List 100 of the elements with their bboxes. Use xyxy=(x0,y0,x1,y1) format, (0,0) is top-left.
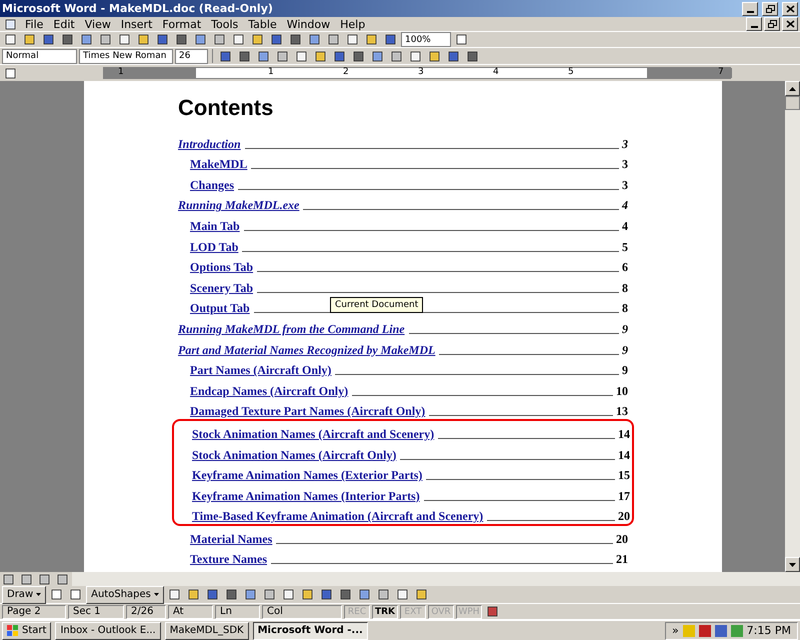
horizontal-scrollbar[interactable] xyxy=(72,572,800,586)
toc-link[interactable]: Introduction xyxy=(178,136,241,152)
windows-logo-icon xyxy=(7,624,19,636)
ruler-number: 1 xyxy=(268,67,274,77)
minimize-icon xyxy=(746,10,754,12)
window-title: Microsoft Word - MakeMDL.doc (Read-Only) xyxy=(2,2,274,15)
toc-link[interactable]: Output Tab xyxy=(190,301,250,316)
clock: 7:15 PM xyxy=(746,624,791,637)
page-number: 8 xyxy=(622,301,628,316)
toc-link[interactable]: Options Tab xyxy=(190,260,254,276)
ruler-number: 7 xyxy=(718,67,724,77)
toc-link[interactable]: Running MakeMDL.exe xyxy=(178,198,300,214)
restore-icon xyxy=(766,4,774,12)
draw-menu-button[interactable]: Draw xyxy=(2,586,46,604)
toc-link[interactable]: LOD Tab xyxy=(190,240,238,255)
page-number: 15 xyxy=(618,468,630,484)
toc-link[interactable]: Texture Names xyxy=(190,552,267,568)
vertical-scrollbar[interactable] xyxy=(785,81,800,572)
close-icon xyxy=(786,4,794,12)
page-number: 4 xyxy=(622,198,628,214)
status-field: Ln xyxy=(215,604,260,618)
caret-icon xyxy=(154,593,159,596)
minimize-button[interactable] xyxy=(746,17,762,31)
toc-link[interactable]: Time-Based Keyframe Animation (Aircraft and Scenery) xyxy=(192,509,484,524)
menu-item[interactable]: Table xyxy=(244,18,281,30)
status-field: Col xyxy=(262,604,342,618)
scroll-up-icon[interactable] xyxy=(789,86,796,90)
page-number: 14 xyxy=(618,426,630,442)
page-number: 3 xyxy=(622,136,628,152)
page-number: 9 xyxy=(622,342,628,358)
toc-link[interactable]: Stock Animation Names (Aircraft and Scenery) xyxy=(192,426,434,442)
toc-link[interactable]: Keyframe Animation Names (Interior Parts) xyxy=(192,488,420,504)
menu-item[interactable]: Tools xyxy=(207,18,242,30)
menu-item[interactable]: Window xyxy=(282,18,334,30)
toc-link[interactable]: Running MakeMDL from the Command Line xyxy=(178,322,405,337)
taskbar-button[interactable]: MakeMDL_SDK xyxy=(164,622,249,640)
page-number: 20 xyxy=(618,509,630,524)
size-field[interactable]: 26 xyxy=(175,48,208,64)
ruler-number: 1 xyxy=(118,67,124,77)
minimize-button[interactable] xyxy=(742,2,758,16)
close-icon xyxy=(786,20,794,28)
caret-icon xyxy=(36,593,42,596)
restore-icon xyxy=(768,20,776,28)
page-number: 20 xyxy=(616,532,628,547)
start-button[interactable]: Start xyxy=(2,622,52,640)
page-number: 3 xyxy=(622,178,628,193)
toc-link[interactable]: Keyframe Animation Names (Exterior Parts) xyxy=(192,468,422,484)
scroll-down-icon[interactable] xyxy=(789,562,796,566)
menu-item[interactable]: View xyxy=(80,18,115,30)
toc-link[interactable]: Scenery Tab xyxy=(190,280,254,296)
toc-link[interactable]: Part Names (Aircraft Only) xyxy=(190,363,332,378)
scroll-thumb[interactable] xyxy=(785,96,800,110)
page-number: 4 xyxy=(622,218,628,234)
ruler-number: 4 xyxy=(493,67,499,77)
ruler-number: 2 xyxy=(343,67,349,77)
restore-button[interactable] xyxy=(762,2,778,16)
mode-indicator[interactable]: TRK xyxy=(372,604,398,618)
page-number: 10 xyxy=(616,384,628,399)
toc-link[interactable]: Part and Material Names Recognized by MakeMDL xyxy=(178,342,436,358)
page-number: 21 xyxy=(616,552,628,568)
status-field: At xyxy=(168,604,213,618)
contents-heading: Contents xyxy=(178,95,274,121)
menu-item[interactable]: Format xyxy=(158,18,206,30)
menu-item[interactable]: Edit xyxy=(49,18,79,30)
autoshapes-menu-button[interactable]: AutoShapes xyxy=(86,586,164,604)
taskbar-button[interactable]: Microsoft Word -... xyxy=(252,622,368,640)
page-number: 3 xyxy=(622,157,628,172)
close-button[interactable] xyxy=(782,2,798,16)
page-number: 6 xyxy=(622,260,628,276)
page-number: 8 xyxy=(622,280,628,296)
taskbar-button[interactable]: Inbox - Outlook E... xyxy=(55,622,161,640)
ruler[interactable]: 1 1 2 3 4 5 7 xyxy=(103,67,731,79)
toc-link[interactable]: Damaged Texture Part Names (Aircraft Only) xyxy=(190,404,426,420)
zoom-field[interactable]: 100% xyxy=(401,32,451,47)
ruler-number: 5 xyxy=(568,67,574,77)
page-number: 17 xyxy=(618,488,630,504)
page-number: 5 xyxy=(622,240,628,255)
menu-item[interactable]: Help xyxy=(336,18,370,30)
menu-item[interactable]: File xyxy=(21,18,48,30)
toc-link[interactable]: Endcap Names (Aircraft Only) xyxy=(190,384,348,399)
tooltip: Current Document xyxy=(330,297,424,313)
close-button[interactable] xyxy=(782,17,798,31)
status-field: Sec 1 xyxy=(68,604,124,618)
page-number: 9 xyxy=(622,322,628,337)
page-number: 9 xyxy=(622,363,628,378)
font-field[interactable]: Times New Roman xyxy=(79,48,173,64)
toc-link[interactable]: Main Tab xyxy=(190,218,240,234)
tray-expand[interactable]: » xyxy=(672,624,679,637)
page-number: 13 xyxy=(616,404,628,420)
menu-item[interactable]: Insert xyxy=(116,18,156,30)
toc-link[interactable]: Changes xyxy=(190,178,234,193)
toc-link[interactable]: Material Names xyxy=(190,532,272,547)
status-field: 2/26 xyxy=(126,604,166,618)
page-number: 14 xyxy=(618,448,630,462)
toc-link[interactable]: MakeMDL xyxy=(190,157,248,172)
restore-button[interactable] xyxy=(764,17,780,31)
status-field: Page 2 xyxy=(2,604,66,618)
style-field[interactable]: Normal xyxy=(2,48,77,64)
minimize-icon xyxy=(750,26,758,28)
toc-link[interactable]: Stock Animation Names (Aircraft Only) xyxy=(192,448,396,462)
